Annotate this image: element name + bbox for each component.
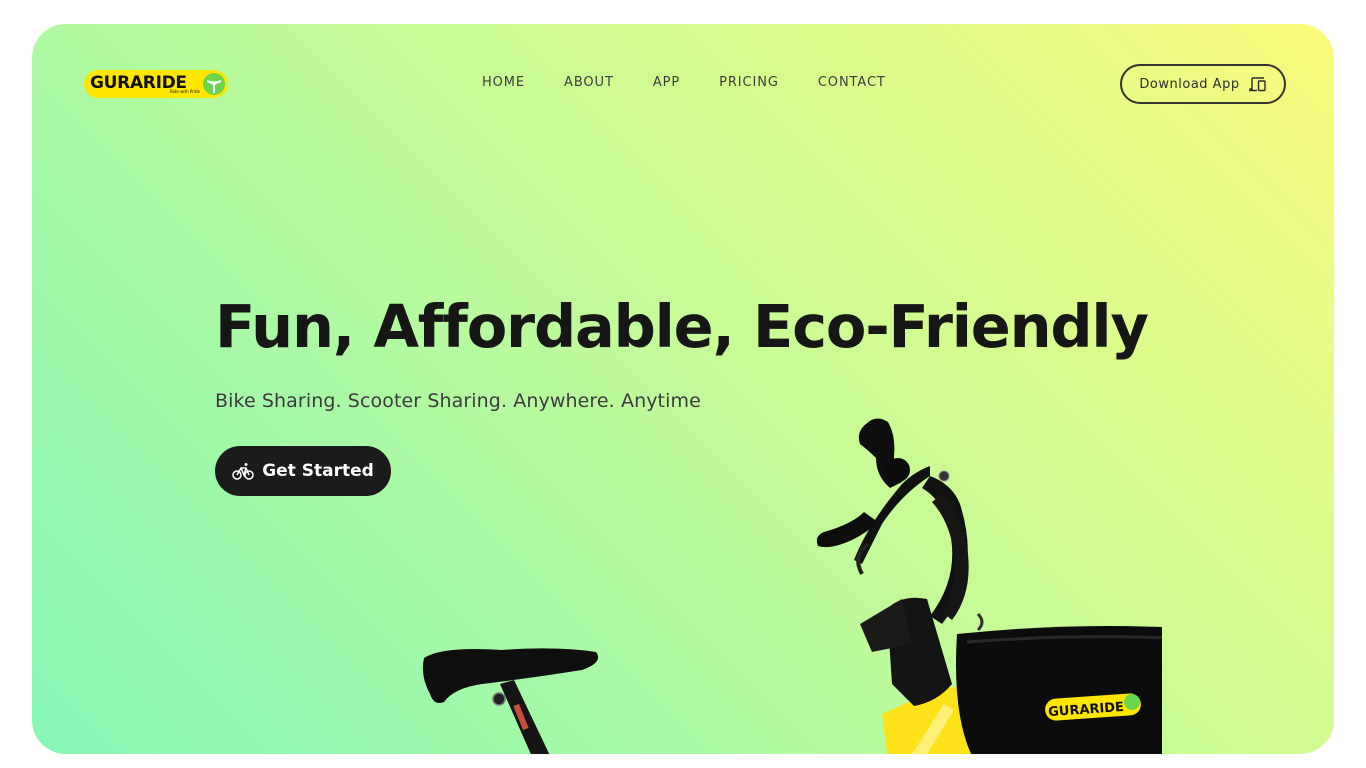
brand-logo[interactable]: GURARIDE Ride with Pride <box>84 70 228 98</box>
download-app-label: Download App <box>1139 76 1240 92</box>
logo-mark-icon <box>203 73 225 95</box>
nav-app[interactable]: APP <box>653 75 680 90</box>
nav-contact[interactable]: CONTACT <box>818 75 886 90</box>
get-started-label: Get Started <box>262 461 374 481</box>
nav-about[interactable]: ABOUT <box>564 75 614 90</box>
bicycle-icon <box>232 463 254 480</box>
nav-home[interactable]: HOME <box>482 75 525 90</box>
devices-icon <box>1248 77 1266 92</box>
brand-tagline: Ride with Pride <box>170 89 201 94</box>
main-nav: HOME ABOUT APP PRICING CONTACT <box>482 75 886 90</box>
hero-headline: Fun, Affordable, Eco-Friendly <box>215 292 1149 361</box>
nav-pricing[interactable]: PRICING <box>719 75 779 90</box>
scooter-image: GURARIDE <box>422 418 1162 754</box>
get-started-button[interactable]: Get Started <box>215 446 391 496</box>
hero-section: GURARIDE Ride with Pride HOME ABOUT APP … <box>32 24 1334 754</box>
download-app-button[interactable]: Download App <box>1120 64 1286 104</box>
